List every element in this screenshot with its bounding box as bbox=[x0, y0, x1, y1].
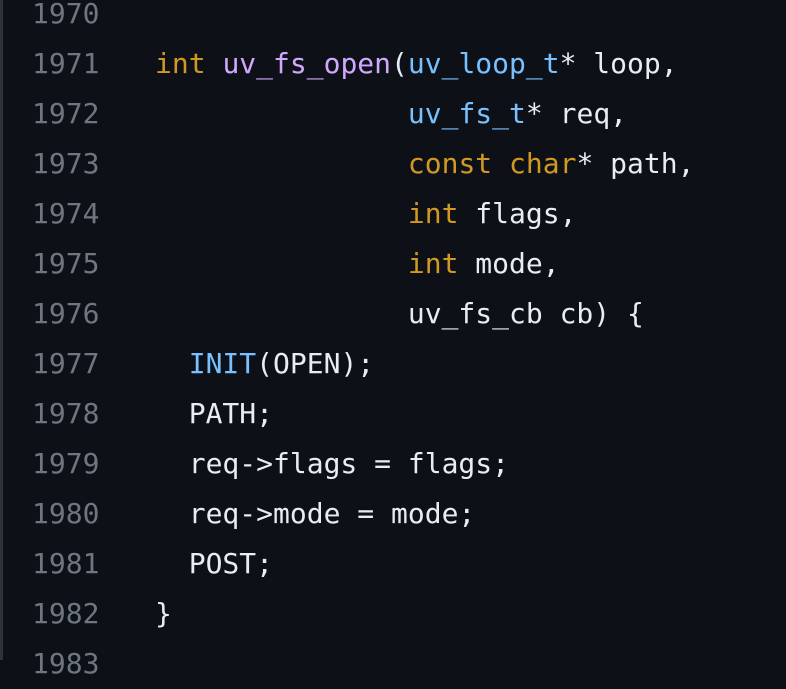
code-line: 1977 INIT(OPEN); bbox=[0, 339, 786, 389]
code-token: const bbox=[407, 147, 493, 180]
code-text: uv_fs_cb cb) { bbox=[155, 289, 644, 339]
code-token: mode, bbox=[458, 247, 560, 280]
line-number[interactable]: 1970 bbox=[32, 0, 104, 39]
line-number[interactable]: 1977 bbox=[32, 339, 104, 389]
code-line: 1976 uv_fs_cb cb) { bbox=[0, 289, 786, 339]
code-line: 1975 int mode, bbox=[0, 239, 786, 289]
code-line: 1971 int uv_fs_open(uv_loop_t* loop, bbox=[0, 39, 786, 89]
code-text: PATH; bbox=[155, 389, 273, 439]
code-token: uv_loop_t bbox=[407, 47, 560, 80]
code-token: int bbox=[155, 47, 206, 80]
code-line: 1978 PATH; bbox=[0, 389, 786, 439]
line-number[interactable]: 1971 bbox=[32, 39, 104, 89]
code-text: INIT(OPEN); bbox=[155, 339, 374, 389]
code-text: int mode, bbox=[155, 239, 560, 289]
code-line: 1982} bbox=[0, 589, 786, 639]
code-token: uv_fs_t bbox=[407, 97, 526, 130]
code-view[interactable]: 1970 1971 int uv_fs_open(uv_loop_t* loop, 1… bbox=[0, 0, 786, 689]
code-token: int bbox=[407, 247, 459, 280]
code-text: req->mode = mode; bbox=[155, 489, 476, 539]
line-number[interactable]: 1980 bbox=[32, 489, 104, 539]
code-token: char bbox=[509, 147, 577, 180]
code-token: flags, bbox=[458, 197, 577, 230]
code-token: * loop, bbox=[559, 47, 678, 80]
code-line: 1973 const char* path, bbox=[0, 139, 786, 189]
code-token: uv_fs_cb cb) { bbox=[155, 297, 644, 330]
line-number[interactable]: 1979 bbox=[32, 439, 104, 489]
line-number[interactable]: 1972 bbox=[32, 89, 104, 139]
code-line: 1981 POST; bbox=[0, 539, 786, 589]
line-number[interactable]: 1981 bbox=[32, 539, 104, 589]
code-token: req->flags = flags; bbox=[155, 447, 510, 480]
code-line: 1983 bbox=[0, 639, 786, 689]
code-line: 1974 int flags, bbox=[0, 189, 786, 239]
code-text: } bbox=[155, 589, 172, 639]
code-token: uv_fs_open bbox=[222, 47, 392, 80]
code-line: 1980 req->mode = mode; bbox=[0, 489, 786, 539]
code-token: PATH; bbox=[155, 397, 274, 430]
code-token: (OPEN); bbox=[256, 347, 375, 380]
line-number[interactable]: 1982 bbox=[32, 589, 104, 639]
code-text: const char* path, bbox=[155, 139, 695, 189]
line-number[interactable]: 1975 bbox=[32, 239, 104, 289]
code-token: * req, bbox=[525, 97, 628, 130]
code-text: POST; bbox=[155, 539, 273, 589]
code-token: req->mode = mode; bbox=[155, 497, 476, 530]
line-number[interactable]: 1983 bbox=[32, 639, 104, 689]
code-line: 1972 uv_fs_t* req, bbox=[0, 89, 786, 139]
code-token: POST; bbox=[155, 547, 274, 580]
code-text: int flags, bbox=[155, 189, 577, 239]
code-token: * path, bbox=[576, 147, 695, 180]
code-token: ( bbox=[391, 47, 408, 80]
code-line: 1970 bbox=[0, 0, 786, 39]
code-text: int uv_fs_open(uv_loop_t* loop, bbox=[155, 39, 678, 89]
line-number[interactable]: 1976 bbox=[32, 289, 104, 339]
code-line: 1979 req->flags = flags; bbox=[0, 439, 786, 489]
code-text: req->flags = flags; bbox=[155, 439, 509, 489]
code-token: INIT bbox=[188, 347, 257, 380]
code-text: uv_fs_t* req, bbox=[155, 89, 627, 139]
code-token: } bbox=[155, 597, 172, 630]
line-number[interactable]: 1974 bbox=[32, 189, 104, 239]
line-number[interactable]: 1973 bbox=[32, 139, 104, 189]
line-number[interactable]: 1978 bbox=[32, 389, 104, 439]
code-token: int bbox=[407, 197, 459, 230]
